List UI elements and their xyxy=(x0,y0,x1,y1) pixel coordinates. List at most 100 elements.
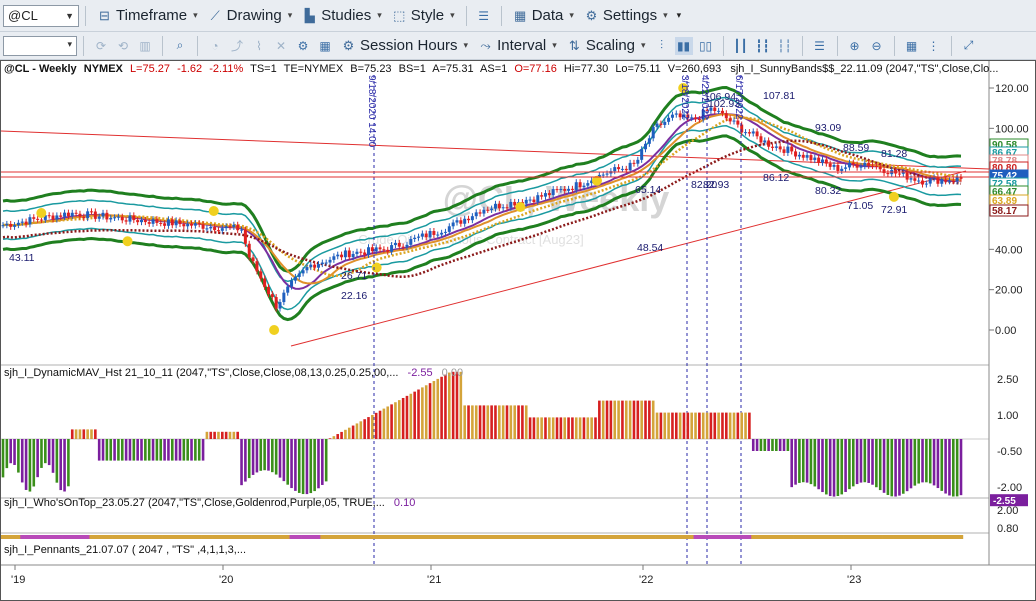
candle-body xyxy=(313,264,317,268)
pennant-seg xyxy=(959,535,964,539)
hist-bar xyxy=(586,417,590,439)
hist-bar xyxy=(494,405,497,439)
zoom-out-icon[interactable]: ⊖ xyxy=(868,37,886,55)
grid-icon[interactable]: ▥ xyxy=(136,37,154,55)
candle-body xyxy=(490,208,494,210)
hist-bar xyxy=(440,376,443,439)
interval-button[interactable]: ⤳ Interval ▾ xyxy=(473,35,562,57)
candle-body xyxy=(563,189,567,191)
studies-button[interactable]: ▙ Studies ▾ xyxy=(297,4,387,28)
pennant-seg xyxy=(951,535,956,539)
chart-window[interactable]: @CL, Weekly Crude Oil Continuous Contrac… xyxy=(0,60,1036,601)
trend-icon[interactable]: ⤴ xyxy=(228,37,246,55)
candle-body xyxy=(367,247,371,255)
hist-bar xyxy=(205,431,209,439)
chart-svg[interactable]: @CL, Weekly Crude Oil Continuous Contrac… xyxy=(0,61,1035,600)
style-button[interactable]: ⬚ Style ▾ xyxy=(387,4,460,28)
candle-body xyxy=(143,219,147,223)
candle-body xyxy=(790,146,794,152)
pennant-seg xyxy=(112,535,117,539)
refresh-alt-icon[interactable]: ⟲ xyxy=(114,37,132,55)
hist-bar xyxy=(755,439,759,451)
zoom-search-icon[interactable]: ⌕ xyxy=(171,37,189,55)
pennant-seg xyxy=(424,535,429,539)
pennant-seg xyxy=(127,535,133,539)
vertical-markers: 9/18/2020 14:00 3/18/2022 4/22/2022 6/17/20… xyxy=(366,75,744,565)
candle-body xyxy=(478,212,482,214)
time-tick-label: '21 xyxy=(427,574,441,586)
hist-bar xyxy=(613,400,617,439)
pennant-seg xyxy=(528,535,533,539)
speedometer-icon[interactable]: ◔ xyxy=(206,37,224,55)
candle-body xyxy=(243,229,247,244)
bar-chart-icon[interactable]: ⫶ xyxy=(653,37,671,55)
session-hours-button[interactable]: ⚙ Session Hours ▾ xyxy=(336,35,473,57)
hist-bar xyxy=(667,412,670,439)
candle-body xyxy=(874,165,878,167)
expand-icon[interactable]: ✕ xyxy=(272,37,290,55)
volume-bars-icon[interactable]: ┃┃ xyxy=(732,37,750,55)
candle-body xyxy=(220,228,224,231)
hist-bar xyxy=(717,412,720,439)
pennant-seg xyxy=(231,535,237,539)
settings-button[interactable]: ⚙ Settings ▾ xyxy=(579,4,673,28)
settings-cog-icon[interactable]: ⚙ xyxy=(294,37,312,55)
add-chart-icon[interactable]: ⤢ xyxy=(960,37,978,55)
hist-bar xyxy=(97,439,101,461)
pennant-seg xyxy=(185,535,190,539)
hist-bar xyxy=(305,439,309,495)
chart-line-icon[interactable]: ⌇ xyxy=(250,37,268,55)
candle-body xyxy=(528,199,532,201)
pennant-seg xyxy=(227,535,233,539)
timeframe-button[interactable]: ⊟ Timeframe ▾ xyxy=(92,4,203,28)
signal-dot xyxy=(122,236,133,247)
hist-bar xyxy=(417,389,420,439)
pennant-seg xyxy=(416,535,421,539)
table-icon[interactable]: ▦ xyxy=(903,37,921,55)
data-button[interactable]: ▦ Data ▾ xyxy=(508,4,579,28)
hist-bar xyxy=(82,429,86,439)
candlestick-icon[interactable]: ▮▮ xyxy=(674,36,693,55)
candle-body xyxy=(574,182,578,190)
hist-tick-label: -2.00 xyxy=(997,482,1022,494)
candle-body xyxy=(205,228,209,230)
pennant-seg xyxy=(778,535,783,539)
pennant-seg xyxy=(724,535,729,539)
bars-alt-icon[interactable]: ┇┇ xyxy=(754,37,772,55)
grid-small-icon[interactable]: ▦ xyxy=(316,37,334,55)
hist-bar xyxy=(713,412,717,439)
hist-bar xyxy=(925,439,928,483)
panes-icon[interactable]: ☰ xyxy=(811,37,829,55)
hist-bar xyxy=(213,431,216,439)
pennant-seg xyxy=(193,535,198,539)
symbol-input[interactable]: @CL ▼ xyxy=(3,4,79,27)
hist-bar xyxy=(374,412,378,439)
candle-body xyxy=(655,123,659,127)
layout-icon[interactable]: ☰ xyxy=(475,7,493,25)
timeframe-select[interactable] xyxy=(3,35,77,56)
candle-body xyxy=(897,173,901,175)
pane2-value2: 0.00 xyxy=(442,367,463,379)
hollow-candle-icon[interactable]: ▯▯ xyxy=(697,37,715,55)
more-icon[interactable]: ⋮ xyxy=(925,37,943,55)
bars-thin-icon[interactable]: ┆┆ xyxy=(776,37,794,55)
hist-bar xyxy=(848,439,851,490)
candle-body xyxy=(586,183,590,186)
hist-bar xyxy=(544,417,547,439)
scaling-button[interactable]: ⇅ Scaling ▾ xyxy=(562,35,651,57)
hist-bar xyxy=(940,439,944,491)
zoom-in-icon[interactable]: ⊕ xyxy=(846,37,864,55)
pennant-seg xyxy=(347,535,352,539)
hist-bar xyxy=(9,439,12,464)
pennant-seg xyxy=(339,535,344,539)
pennant-seg xyxy=(939,535,944,539)
drawing-button[interactable]: ⟋ Drawing ▾ xyxy=(203,4,298,28)
pennant-seg xyxy=(720,535,725,539)
hdr-ask: A=75.31 xyxy=(432,63,473,75)
refresh-icon[interactable]: ⟳ xyxy=(92,37,110,55)
pennant-seg xyxy=(820,535,825,539)
hist-bar xyxy=(120,439,124,461)
overflow-icon[interactable]: ▾ xyxy=(677,10,682,21)
hist-bar xyxy=(548,417,551,439)
drawing-icon: ⟋ xyxy=(210,8,220,23)
